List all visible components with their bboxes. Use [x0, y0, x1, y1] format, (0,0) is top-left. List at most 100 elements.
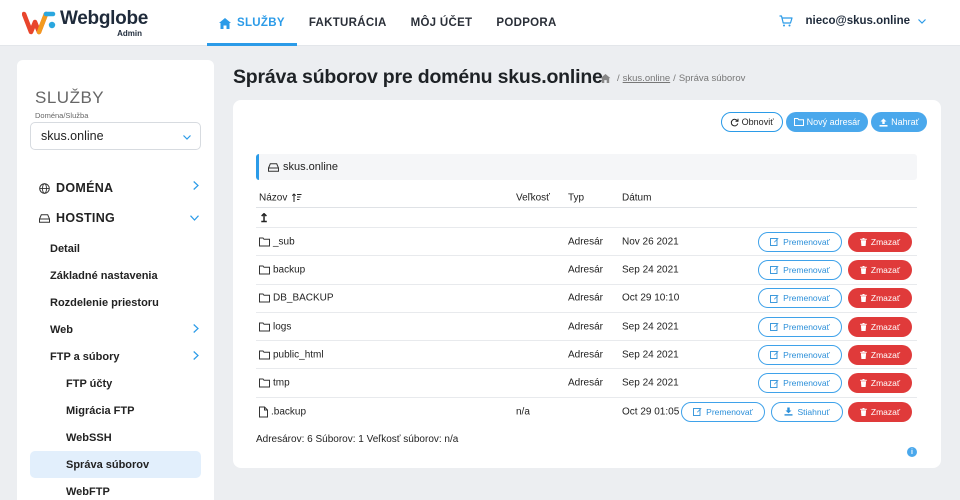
chevron-right-icon: [193, 351, 199, 360]
nav-item-podpora[interactable]: PODPORA: [484, 0, 568, 46]
download-button[interactable]: Stiahnuť: [771, 401, 843, 422]
file-manager-card: Obnoviť Nový adresár Nahrať skus.online …: [233, 100, 941, 468]
file-name: _sub: [273, 236, 295, 248]
column-header-type: Typ: [568, 192, 585, 203]
rename-button[interactable]: Premenovať: [758, 259, 842, 280]
file-name-cell[interactable]: .backup: [259, 406, 306, 418]
sidebar-item-hosting[interactable]: HOSTING: [30, 203, 214, 233]
breadcrumb-link-domain[interactable]: skus.online: [623, 73, 671, 84]
refresh-button[interactable]: Obnoviť: [720, 112, 783, 132]
delete-button[interactable]: Zmazať: [848, 344, 912, 365]
sidebar-item-zakladne-nastavenia[interactable]: Základné nastavenia: [30, 262, 214, 289]
file-name-cell[interactable]: backup: [259, 264, 305, 275]
file-date: Oct 29 10:10: [622, 292, 680, 304]
sidebar-item-label: FTP a súbory: [50, 350, 120, 363]
file-type: Adresár: [568, 377, 604, 389]
file-date: Sep 24 2021: [622, 349, 679, 361]
sidebar-item-rozdelenie-priestoru[interactable]: Rozdelenie priestoru: [30, 289, 214, 316]
delete-label: Zmazať: [870, 378, 901, 389]
folder-icon: [259, 350, 270, 360]
account-menu[interactable]: nieco@skus.online: [779, 15, 926, 27]
nav-item-moj-ucet[interactable]: MÔJ ÚČET: [399, 0, 485, 46]
file-name-cell[interactable]: logs: [259, 321, 291, 332]
file-name: DB_BACKUP: [273, 292, 334, 304]
delete-button[interactable]: Zmazať: [848, 316, 912, 337]
level-up-icon[interactable]: ↥: [259, 211, 269, 225]
file-name-cell[interactable]: tmp: [259, 378, 290, 389]
column-header-size: Veľkosť: [516, 192, 550, 203]
info-icon[interactable]: i: [907, 447, 917, 457]
table-row: _sub Adresár Nov 26 2021 Premenovať Zmaz…: [256, 228, 917, 257]
sidebar-item-label: Základné nastavenia: [50, 269, 158, 282]
rename-button[interactable]: Premenovať: [758, 231, 842, 252]
sidebar-item-label: Správa súborov: [66, 458, 150, 471]
sidebar-item-domena[interactable]: DOMÉNA: [30, 173, 214, 203]
download-label: Stiahnuť: [797, 406, 830, 417]
domain-select[interactable]: skus.online: [30, 122, 201, 150]
breadcrumb-current: Správa súborov: [678, 73, 746, 84]
folder-icon: [259, 322, 270, 332]
home-icon: [219, 17, 231, 29]
upload-icon: [879, 118, 888, 127]
nav-label: FAKTURÁCIA: [308, 17, 387, 29]
cart-icon[interactable]: [779, 15, 794, 27]
delete-button[interactable]: Zmazať: [848, 288, 912, 309]
table-row: .backup n/a Oct 29 01:05 Premenovať Stia…: [256, 398, 917, 426]
rename-button[interactable]: Premenovať: [681, 401, 765, 422]
delete-button[interactable]: Zmazať: [848, 401, 912, 422]
sidebar-item-ftp-a-subory[interactable]: FTP a súbory: [30, 343, 214, 370]
sidebar: SLUŽBY Doména/Služba skus.online DOMÉNA …: [17, 60, 214, 500]
home-icon[interactable]: [600, 74, 611, 83]
rename-label: Premenovať: [783, 236, 830, 247]
sidebar-item-label: Detail: [50, 242, 80, 255]
new-directory-button[interactable]: Nový adresár: [785, 112, 869, 132]
sidebar-menu: DOMÉNA HOSTING Detail Základné nastaveni…: [30, 173, 214, 500]
domain-select-value: skus.online: [41, 129, 104, 143]
sidebar-item-migracia-ftp[interactable]: Migrácia FTP: [30, 397, 214, 424]
file-name-cell[interactable]: _sub: [259, 236, 295, 247]
file-name-cell[interactable]: DB_BACKUP: [259, 293, 334, 304]
folder-icon: [259, 237, 270, 247]
rename-label: Premenovať: [706, 406, 753, 417]
nav-item-fakturacia[interactable]: FAKTURÁCIA: [297, 0, 399, 46]
chevron-right-icon: [193, 324, 199, 333]
sidebar-item-detail[interactable]: Detail: [30, 235, 214, 262]
table-row: backup Adresár Sep 24 2021 Premenovať Zm…: [256, 256, 917, 285]
folder-icon: [259, 378, 270, 388]
rename-button[interactable]: Premenovať: [758, 316, 842, 337]
delete-label: Zmazať: [870, 321, 901, 332]
sidebar-item-webssh[interactable]: WebSSH: [30, 424, 214, 451]
delete-button[interactable]: Zmazať: [848, 259, 912, 280]
parent-directory-row[interactable]: ↥: [256, 208, 917, 228]
sidebar-item-ftp-ucty[interactable]: FTP účty: [30, 370, 214, 397]
column-header-name[interactable]: Názov: [259, 192, 302, 203]
chevron-down-icon: [190, 215, 199, 221]
sidebar-item-web[interactable]: Web: [30, 316, 214, 343]
rename-button[interactable]: Premenovať: [758, 373, 842, 394]
column-header-date: Dátum: [622, 192, 652, 203]
top-bar: Webglobe Admin SLUŽBY FAKTURÁCIA MÔJ ÚČE…: [0, 0, 960, 46]
trash-icon: [860, 379, 867, 388]
delete-label: Zmazať: [870, 406, 901, 417]
upload-button[interactable]: Nahrať: [871, 112, 927, 132]
file-size: n/a: [516, 406, 530, 418]
logo[interactable]: Webglobe Admin: [22, 8, 150, 38]
rename-button[interactable]: Premenovať: [758, 344, 842, 365]
directory-summary: Adresárov: 6 Súborov: 1 Veľkosť súborov:…: [256, 434, 459, 445]
edit-icon: [770, 294, 779, 303]
column-header-label: Názov: [259, 192, 288, 203]
download-icon: [784, 407, 793, 417]
refresh-icon: [730, 118, 739, 127]
sort-icon[interactable]: [292, 193, 302, 202]
delete-button[interactable]: Zmazať: [848, 373, 912, 394]
file-date: Sep 24 2021: [622, 264, 679, 276]
trash-icon: [860, 265, 867, 274]
sidebar-item-label: Migrácia FTP: [66, 404, 135, 417]
rename-button[interactable]: Premenovať: [758, 288, 842, 309]
sidebar-item-webftp[interactable]: WebFTP: [30, 478, 214, 500]
nav-item-sluzby[interactable]: SLUŽBY: [207, 0, 297, 46]
sidebar-item-sprava-suborov[interactable]: Správa súborov: [30, 451, 201, 478]
edit-icon: [770, 379, 779, 388]
delete-button[interactable]: Zmazať: [848, 231, 912, 252]
file-name-cell[interactable]: public_html: [259, 349, 324, 360]
